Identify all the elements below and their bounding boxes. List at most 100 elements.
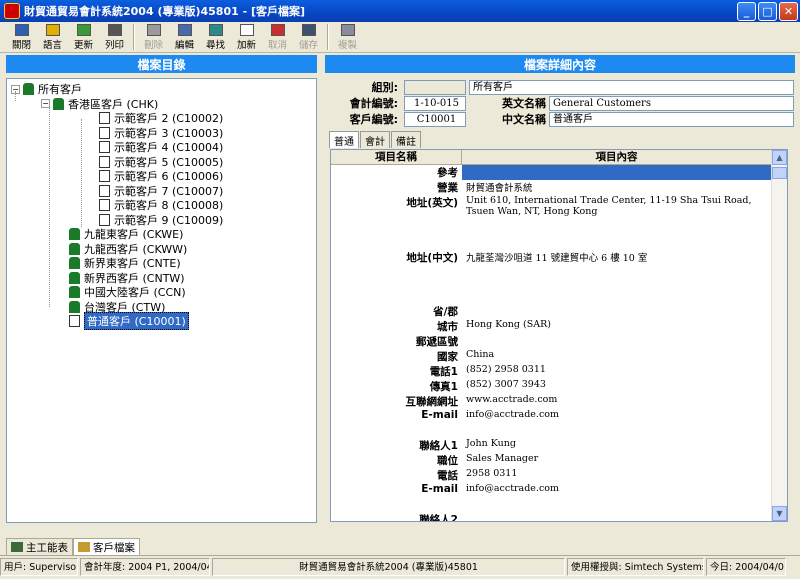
grid-row[interactable]: 互聯網網址 www.acctrade.com <box>331 394 771 409</box>
app-icon[interactable] <box>4 3 20 19</box>
scroll-thumb[interactable] <box>772 167 787 179</box>
grid-row[interactable]: 省/郡 <box>331 304 771 319</box>
tree-item-customer[interactable]: 示範客戶 3 (C10003) <box>11 126 316 141</box>
scroll-up-icon[interactable]: ▲ <box>772 150 787 165</box>
menu-icon <box>11 542 23 552</box>
grid-row-value[interactable]: info@acctrade.com <box>462 409 771 424</box>
grid-row-value[interactable]: Unit 610, International Trade Center, 11… <box>462 195 771 235</box>
grid-row[interactable]: 地址(英文) Unit 610, International Trade Cent… <box>331 195 771 235</box>
tree-item-customer[interactable]: 示範客戶 5 (C10005) <box>11 155 316 170</box>
grid-row[interactable]: 地址(中文) 九龍荃灣沙咀道 11 號建貿中心 6 樓 10 室 <box>331 250 771 290</box>
grid-row[interactable]: 傳真1 (852) 3007 3943 <box>331 379 771 394</box>
grid-row[interactable]: 國家 China <box>331 349 771 364</box>
grid-row[interactable]: 參考 <box>331 165 771 180</box>
grid-row[interactable]: 職位 Sales Manager <box>331 453 771 468</box>
tree-item-customer[interactable]: 示範客戶 4 (C10004) <box>11 140 316 155</box>
column-header-item[interactable]: 項目名稱 <box>331 150 462 164</box>
maximize-button[interactable]: □ <box>758 1 777 21</box>
account-label: 會計編號: <box>349 97 398 110</box>
tab-general[interactable]: 普通 <box>329 131 359 148</box>
group-name-field[interactable]: 所有客戶 <box>469 79 794 95</box>
find-button[interactable]: 尋找 <box>200 23 231 51</box>
add-button[interactable]: 加新 <box>231 23 262 51</box>
grid-row[interactable]: 電話 2958 0311 <box>331 468 771 483</box>
customer-tree[interactable]: − 所有客戶 − 香港區客戶 (CHK) 示範客戶 2 (C10002) 示範客戶… <box>6 78 317 523</box>
grid-row[interactable] <box>331 290 771 305</box>
tree-item-customer[interactable]: 示範客戶 9 (C10009) <box>11 213 316 228</box>
grid-row[interactable]: 城市 Hong Kong (SAR) <box>331 319 771 334</box>
english-name-field[interactable]: General Customers <box>549 95 794 111</box>
tree-item-group[interactable]: 中國大陸客戶 (CCN) <box>11 285 316 300</box>
tree-item-group[interactable]: 新界西客戶 (CNTW) <box>11 271 316 286</box>
close-button[interactable]: ✕ <box>779 1 798 21</box>
minimize-button[interactable]: _ <box>737 1 756 21</box>
detail-grid[interactable]: 項目名稱 項目內容 參考 營業 財貿通會計系統 地址(英文) Unit 610, Int… <box>330 149 788 522</box>
grid-row-value[interactable] <box>462 424 771 439</box>
customer-card-icon <box>99 112 110 125</box>
grid-row[interactable] <box>331 498 771 513</box>
column-header-content[interactable]: 項目內容 <box>462 150 772 164</box>
grid-row-value[interactable]: China <box>462 349 771 364</box>
grid-row[interactable]: 郵遞區號 <box>331 334 771 349</box>
copy-button[interactable]: 複製 <box>332 23 363 51</box>
grid-row[interactable]: E-mail info@acctrade.com <box>331 409 771 424</box>
grid-row[interactable]: 聯絡人2 <box>331 512 771 521</box>
grid-row-value[interactable]: Sales Manager <box>462 453 771 468</box>
tree-item-customer[interactable]: 示範客戶 7 (C10007) <box>11 184 316 199</box>
tree-item-hk[interactable]: − 香港區客戶 (CHK) <box>11 97 316 112</box>
delete-button[interactable]: 刪除 <box>138 23 169 51</box>
grid-row-value[interactable] <box>462 512 771 521</box>
grid-row-value[interactable]: 2958 0311 <box>462 468 771 483</box>
account-row: 會計編號: 1-10-015 英文名稱 General Customers <box>325 95 794 111</box>
tree-item-selected[interactable]: 普通客戶 (C10001) <box>11 312 316 331</box>
refresh-button[interactable]: 更新 <box>68 23 99 51</box>
grid-row-value[interactable] <box>462 235 771 250</box>
grid-row[interactable]: 聯絡人1 John Kung <box>331 438 771 453</box>
tree-item-customer[interactable]: 示範客戶 8 (C10008) <box>11 198 316 213</box>
tree-item-group[interactable]: 九龍西客戶 (CKWW) <box>11 242 316 257</box>
group-code-field[interactable] <box>404 79 466 95</box>
edit-button[interactable]: 編輯 <box>169 23 200 51</box>
grid-row-value[interactable]: www.acctrade.com <box>462 394 771 409</box>
grid-row-value[interactable] <box>462 290 771 305</box>
grid-row-value[interactable] <box>462 498 771 513</box>
account-field[interactable]: 1-10-015 <box>404 95 466 111</box>
grid-row-value[interactable]: John Kung <box>462 438 771 453</box>
print-button[interactable]: 列印 <box>99 23 130 51</box>
grid-row[interactable]: E-mail info@acctrade.com <box>331 483 771 498</box>
tree-item-group[interactable]: 新界東客戶 (CNTE) <box>11 256 316 271</box>
grid-row-value[interactable]: 財貿通會計系統 <box>462 180 771 195</box>
grid-row-value[interactable] <box>462 304 771 319</box>
tab-accounting[interactable]: 會計 <box>360 131 390 148</box>
exit-button[interactable]: 關閉 <box>6 23 37 51</box>
grid-row[interactable] <box>331 235 771 250</box>
tab-remarks[interactable]: 備註 <box>391 131 421 148</box>
tab-main-menu[interactable]: 主工能表 <box>6 538 73 555</box>
tab-customer-file[interactable]: 客戶檔案 <box>73 538 140 555</box>
status-period: 會計年度: 2004 P1, 2004/04/01 <box>80 558 210 576</box>
grid-row-label <box>331 498 462 513</box>
tree-item-customer[interactable]: 示範客戶 6 (C10006) <box>11 169 316 184</box>
grid-row-value[interactable]: 九龍荃灣沙咀道 11 號建貿中心 6 樓 10 室 <box>462 250 771 290</box>
grid-row-value[interactable]: (852) 2958 0311 <box>462 364 771 379</box>
cancel-button[interactable]: 取消 <box>262 23 293 51</box>
grid-row[interactable] <box>331 424 771 439</box>
chinese-name-field[interactable]: 普通客戶 <box>549 111 794 127</box>
tree-root[interactable]: − 所有客戶 <box>11 82 316 97</box>
save-button[interactable]: 儲存 <box>293 23 324 51</box>
scroll-down-icon[interactable]: ▼ <box>772 506 787 521</box>
group-icon <box>69 300 80 313</box>
tree-item-group[interactable]: 九龍東客戶 (CKWE) <box>11 227 316 242</box>
grid-row-value[interactable] <box>462 334 771 349</box>
vertical-scrollbar[interactable]: ▲ ▼ <box>771 150 787 521</box>
copy-icon <box>340 24 355 36</box>
grid-row-value[interactable]: Hong Kong (SAR) <box>462 319 771 334</box>
customer-field[interactable]: C10001 <box>404 111 466 127</box>
grid-row[interactable]: 營業 財貿通會計系統 <box>331 180 771 195</box>
grid-row-value[interactable]: (852) 3007 3943 <box>462 379 771 394</box>
language-button[interactable]: 語言 <box>37 23 68 51</box>
grid-row-value[interactable] <box>462 165 771 180</box>
tree-item-customer[interactable]: 示範客戶 2 (C10002) <box>11 111 316 126</box>
grid-row[interactable]: 電話1 (852) 2958 0311 <box>331 364 771 379</box>
grid-row-value[interactable]: info@acctrade.com <box>462 483 771 498</box>
